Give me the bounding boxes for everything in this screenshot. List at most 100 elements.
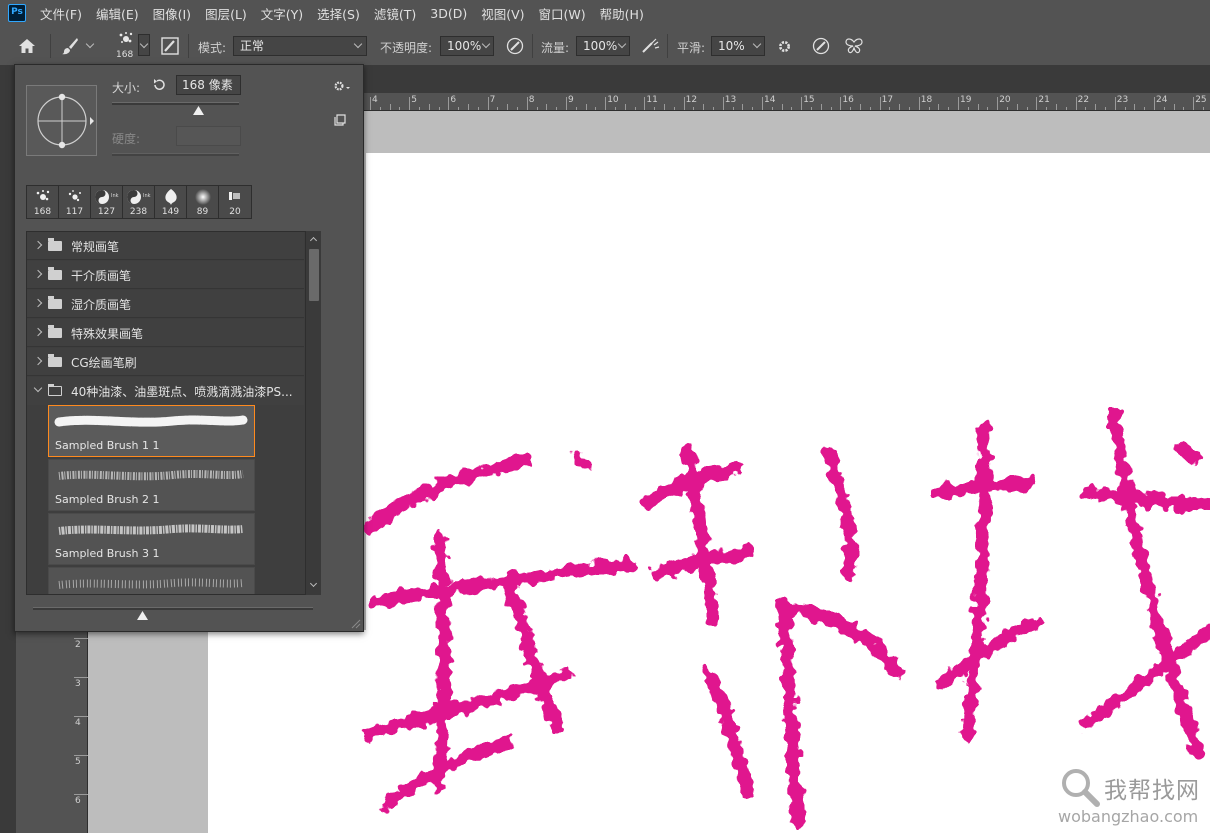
ruler-tick (74, 755, 88, 756)
hardness-label: 硬度: (112, 132, 141, 146)
brush-group-name: 40种油漆、油墨斑点、喷溅滴溅油漆PS... (71, 385, 293, 399)
size-slider[interactable] (112, 102, 239, 105)
chevron-right-icon[interactable] (33, 240, 43, 250)
brush-group[interactable]: 湿介质画笔 (27, 290, 304, 318)
menu-file[interactable]: 文件(F) (40, 4, 82, 23)
ruler-tick (448, 97, 450, 110)
menu-image[interactable]: 图像(I) (153, 4, 191, 23)
ruler-tick-label: 24 (1156, 95, 1168, 105)
brush-group-expanded[interactable]: 40种油漆、油墨斑点、喷溅滴溅油漆PS... (27, 377, 304, 405)
ruler-tick-label: 14 (764, 95, 776, 105)
brush-size-readout: 168 (116, 50, 134, 60)
brush-preset[interactable] (48, 567, 255, 594)
folder-icon (48, 238, 62, 251)
preview-size-slider-thumb[interactable] (136, 611, 148, 620)
menu-select[interactable]: 选择(S) (317, 4, 360, 23)
ruler-tick (409, 97, 411, 110)
smoothing-input[interactable]: 10% (711, 36, 765, 56)
ruler-tick (1154, 97, 1155, 110)
pressure-opacity-icon[interactable] (506, 37, 524, 55)
ruler-tick-label: 2 (75, 640, 81, 650)
pressure-size-icon[interactable] (812, 37, 830, 55)
brush-stroke-preview (58, 578, 244, 589)
ruler-minor-tick (781, 104, 783, 110)
menu-help[interactable]: 帮助(H) (600, 4, 644, 23)
chevron-down-icon[interactable] (33, 383, 43, 393)
reset-size-icon[interactable] (152, 78, 166, 92)
scroll-thumb[interactable] (309, 249, 319, 301)
brush-group[interactable]: CG绘画笔刷 (27, 348, 304, 376)
menu-view[interactable]: 视图(V) (481, 4, 524, 23)
brush-picker-dropdown[interactable] (138, 34, 150, 56)
chevron-right-icon[interactable] (33, 327, 43, 337)
brush-preset[interactable]: Sampled Brush 2 1 (48, 459, 255, 511)
folder-icon (48, 296, 62, 309)
opacity-input[interactable]: 100% (440, 36, 494, 56)
ruler-tick-label: 23 (1116, 95, 1129, 105)
menu-window[interactable]: 窗口(W) (539, 4, 586, 23)
photoshop-logo-icon[interactable]: Ps (8, 4, 26, 22)
brush-group[interactable]: 干介质画笔 (27, 261, 304, 289)
airbrush-icon[interactable] (640, 37, 660, 55)
brush-preset[interactable]: Sampled Brush 3 1 (48, 513, 255, 565)
panel-gear-icon[interactable] (333, 79, 351, 93)
ruler-minor-tick (624, 104, 626, 110)
recent-brush[interactable]: 149 (155, 186, 187, 218)
flow-input[interactable]: 100% (576, 36, 630, 56)
recent-brush[interactable]: 117 (59, 186, 91, 218)
menu-type[interactable]: 文字(Y) (261, 4, 303, 23)
smoothing-label: 平滑: (677, 41, 706, 55)
menu-edit[interactable]: 编辑(E) (96, 4, 139, 23)
chevron-right-icon[interactable] (33, 269, 43, 279)
open-folder-icon (48, 384, 62, 396)
separator (188, 34, 189, 58)
ruler-tick (958, 97, 959, 110)
paint-stroke (781, 601, 905, 680)
preview-size-slider[interactable] (33, 607, 313, 610)
list-scrollbar[interactable] (305, 231, 321, 595)
ruler-tick (566, 97, 567, 110)
ruler-minor-tick (1016, 104, 1018, 110)
scroll-up-icon[interactable] (309, 236, 318, 245)
ruler-minor-tick (1095, 104, 1097, 110)
chevron-right-icon[interactable] (33, 298, 43, 308)
brush-tip-preview[interactable] (26, 85, 97, 156)
symmetry-butterfly-icon[interactable] (844, 37, 864, 55)
brush-group[interactable]: 常规画笔 (27, 232, 304, 260)
menu-3d[interactable]: 3D(D) (430, 6, 467, 21)
ruler-tick-label: 18 (920, 95, 933, 105)
opacity-label: 不透明度: (380, 41, 433, 55)
recent-brush[interactable]: 20 (219, 186, 251, 218)
brush-tool-icon[interactable] (60, 36, 80, 56)
ruler-tick-label: 6 (75, 796, 81, 806)
menu-filter[interactable]: 滤镜(T) (374, 4, 416, 23)
recent-brush[interactable]: Ink 127 (91, 186, 123, 218)
new-preset-icon[interactable] (334, 114, 346, 126)
size-input[interactable]: 168 像素 (176, 75, 241, 95)
gear-icon[interactable] (776, 38, 793, 55)
ruler-tick-label: 4 (372, 95, 378, 105)
brush-group[interactable]: 特殊效果画笔 (27, 319, 304, 347)
brush-settings-panel-icon[interactable] (161, 37, 179, 55)
menu-layer[interactable]: 图层(L) (205, 4, 247, 23)
recent-brush[interactable]: 89 (187, 186, 219, 218)
mode-select[interactable]: 正常 (233, 36, 367, 56)
ruler-minor-tick (703, 104, 705, 110)
brush-preset-picker[interactable]: 168 (112, 30, 152, 62)
splatter-icon (68, 190, 81, 202)
menubar: Ps 文件(F) 编辑(E) 图像(I) 图层(L) 文字(Y) 选择(S) 滤… (0, 0, 1210, 26)
recent-brush[interactable]: Ink 238 (123, 186, 155, 218)
ruler-minor-tick (428, 104, 430, 110)
size-slider-thumb[interactable] (192, 106, 204, 115)
recent-brush-size: 117 (65, 207, 84, 217)
ruler-tick-label: 3 (75, 679, 81, 689)
brush-angle-icon (37, 93, 94, 149)
resize-grip-icon[interactable] (349, 617, 361, 629)
magnifier-icon (1062, 769, 1100, 807)
home-icon[interactable] (18, 38, 36, 54)
brush-preset[interactable]: Sampled Brush 1 1 (48, 405, 255, 457)
recent-brush[interactable]: 168 (27, 186, 59, 218)
scroll-down-icon[interactable] (309, 579, 318, 588)
chevron-right-icon[interactable] (33, 356, 43, 366)
tool-preset-dropdown[interactable] (84, 36, 98, 56)
